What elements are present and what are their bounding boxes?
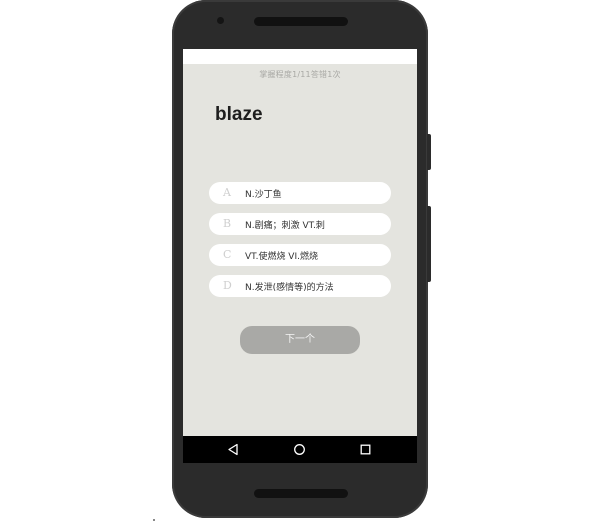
recent-square-icon[interactable] [359, 443, 372, 456]
quiz-word: blaze [215, 104, 263, 125]
option-b[interactable]: B N.剧痛；刺激 VT.刺 [209, 213, 391, 235]
home-circle-icon[interactable] [293, 443, 306, 456]
option-letter: A [223, 186, 231, 199]
power-button[interactable] [427, 134, 431, 170]
option-letter: D [223, 279, 232, 292]
option-text: N.剧痛；刺激 VT.刺 [245, 221, 325, 231]
answer-options: A N.沙丁鱼 B N.剧痛；刺激 VT.刺 C VT.使燃烧 VI.燃烧 D … [209, 182, 391, 306]
option-d[interactable]: D N.发泄(感情等)的方法 [209, 275, 391, 297]
phone-screen: 掌握程度1/11答错1次 blaze A N.沙丁鱼 B N.剧痛；刺激 VT.… [183, 49, 417, 463]
volume-button[interactable] [427, 206, 431, 282]
android-nav-bar [183, 436, 417, 463]
earpiece-speaker [254, 17, 348, 26]
stage: 掌握程度1/11答错1次 blaze A N.沙丁鱼 B N.剧痛；刺激 VT.… [0, 0, 600, 525]
option-text: N.发泄(感情等)的方法 [245, 283, 334, 293]
back-triangle-icon[interactable] [227, 443, 240, 456]
option-letter: B [223, 217, 232, 230]
quiz-screen: 掌握程度1/11答错1次 blaze A N.沙丁鱼 B N.剧痛；刺激 VT.… [183, 64, 417, 436]
option-a[interactable]: A N.沙丁鱼 [209, 182, 391, 204]
status-bar [183, 49, 417, 64]
option-c[interactable]: C VT.使燃烧 VI.燃烧 [209, 244, 391, 266]
front-camera [217, 17, 224, 24]
option-letter: C [223, 248, 232, 261]
stray-dot [153, 519, 155, 521]
option-text: VT.使燃烧 VI.燃烧 [245, 252, 318, 262]
next-button[interactable]: 下一个 [240, 326, 360, 354]
progress-text: 掌握程度1/11答错1次 [259, 70, 341, 79]
option-text: N.沙丁鱼 [245, 190, 282, 200]
bottom-speaker [254, 489, 348, 498]
